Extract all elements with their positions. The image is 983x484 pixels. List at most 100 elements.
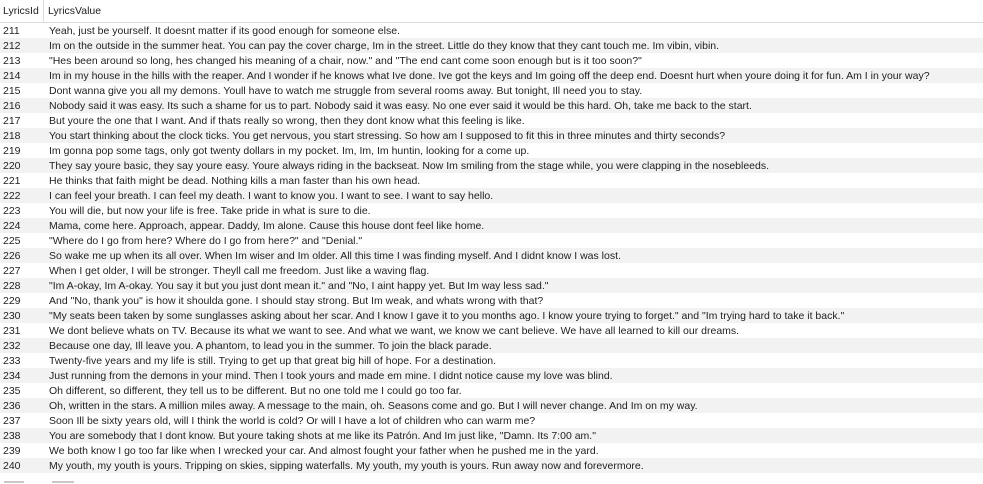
- cell-lyricsid[interactable]: 234: [0, 370, 44, 382]
- cell-lyricsvalue[interactable]: You will die, but now your life is free.…: [44, 205, 983, 217]
- cell-lyricsvalue[interactable]: "Im A-okay, Im A-okay. You say it but yo…: [44, 280, 983, 292]
- cell-lyricsid[interactable]: 229: [0, 295, 44, 307]
- cell-lyricsid[interactable]: 218: [0, 130, 44, 142]
- table-row[interactable]: 236 Oh, written in the stars. A million m…: [0, 398, 983, 413]
- table-row[interactable]: 216 Nobody said it was easy. Its such a s…: [0, 98, 983, 113]
- table-row[interactable]: 225 "Where do I go from here? Where do I …: [0, 233, 983, 248]
- cell-lyricsid[interactable]: 220: [0, 160, 44, 172]
- cell-lyricsvalue[interactable]: But youre the one that I want. And if th…: [44, 115, 983, 127]
- table-row[interactable]: 237 Soon Ill be sixty years old, will I t…: [0, 413, 983, 428]
- table-row[interactable]: 211 Yeah, just be yourself. It doesnt mat…: [0, 23, 983, 38]
- cell-lyricsid[interactable]: 240: [0, 460, 44, 472]
- table-row[interactable]: 229 And "No, thank you" is how it shoulda…: [0, 293, 983, 308]
- cell-lyricsvalue[interactable]: You are somebody that I dont know. But y…: [44, 430, 983, 442]
- table-body: 211 Yeah, just be yourself. It doesnt mat…: [0, 23, 983, 473]
- cell-lyricsvalue[interactable]: Just running from the demons in your min…: [44, 370, 983, 382]
- table-row[interactable]: 222 I can feel your breath. I can feel my…: [0, 188, 983, 203]
- table-row[interactable]: 213 "Hes been around so long, hes changed…: [0, 53, 983, 68]
- table-row[interactable]: 234 Just running from the demons in your …: [0, 368, 983, 383]
- cell-lyricsvalue[interactable]: Im on the outside in the summer heat. Yo…: [44, 40, 983, 52]
- cell-lyricsvalue[interactable]: Mama, come here. Approach, appear. Daddy…: [44, 220, 983, 232]
- cell-lyricsid[interactable]: 228: [0, 280, 44, 292]
- cell-lyricsvalue[interactable]: When I get older, I will be stronger. Th…: [44, 265, 983, 277]
- table-row[interactable]: 215 Dont wanna give you all my demons. Yo…: [0, 83, 983, 98]
- cell-lyricsid[interactable]: 235: [0, 385, 44, 397]
- results-grid: LyricsId LyricsValue 211 Yeah, just be yo…: [0, 0, 983, 484]
- table-row[interactable]: 223 You will die, but now your life is fr…: [0, 203, 983, 218]
- table-row[interactable]: 239 We both know I go too far like when I…: [0, 443, 983, 458]
- cell-lyricsvalue[interactable]: "Hes been around so long, hes changed hi…: [44, 55, 983, 67]
- table-row[interactable]: 231 We dont believe whats on TV. Because …: [0, 323, 983, 338]
- table-row[interactable]: 232 Because one day, Ill leave you. A pha…: [0, 338, 983, 353]
- scrollbar-thumb[interactable]: [52, 481, 74, 483]
- cell-lyricsid[interactable]: 225: [0, 235, 44, 247]
- cell-lyricsid[interactable]: 217: [0, 115, 44, 127]
- table-row[interactable]: 235 Oh different, so different, they tell…: [0, 383, 983, 398]
- cell-lyricsid[interactable]: 219: [0, 145, 44, 157]
- cell-lyricsid[interactable]: 231: [0, 325, 44, 337]
- cell-lyricsid[interactable]: 232: [0, 340, 44, 352]
- table-row[interactable]: 227 When I get older, I will be stronger.…: [0, 263, 983, 278]
- cell-lyricsid[interactable]: 233: [0, 355, 44, 367]
- cell-lyricsvalue[interactable]: Soon Ill be sixty years old, will I thin…: [44, 415, 983, 427]
- cell-lyricsid[interactable]: 237: [0, 415, 44, 427]
- cell-lyricsvalue[interactable]: And "No, thank you" is how it shoulda go…: [44, 295, 983, 307]
- cell-lyricsvalue[interactable]: So wake me up when its all over. When Im…: [44, 250, 983, 262]
- cell-lyricsid[interactable]: 223: [0, 205, 44, 217]
- table-row[interactable]: 217 But youre the one that I want. And if…: [0, 113, 983, 128]
- cell-lyricsvalue[interactable]: I can feel your breath. I can feel my de…: [44, 190, 983, 202]
- scrollbar-thumb[interactable]: [4, 481, 24, 483]
- cell-lyricsvalue[interactable]: My youth, my youth is yours. Tripping on…: [44, 460, 983, 472]
- table-row[interactable]: 226 So wake me up when its all over. When…: [0, 248, 983, 263]
- cell-lyricsvalue[interactable]: Im gonna pop some tags, only got twenty …: [44, 145, 983, 157]
- cell-lyricsvalue[interactable]: We dont believe whats on TV. Because its…: [44, 325, 983, 337]
- table-row[interactable]: 238 You are somebody that I dont know. Bu…: [0, 428, 983, 443]
- horizontal-scrollbar[interactable]: [0, 480, 983, 484]
- cell-lyricsid[interactable]: 216: [0, 100, 44, 112]
- table-row[interactable]: 221 He thinks that faith might be dead. N…: [0, 173, 983, 188]
- cell-lyricsvalue[interactable]: You start thinking about the clock ticks…: [44, 130, 983, 142]
- column-header-label: LyricsValue: [48, 5, 102, 17]
- cell-lyricsvalue[interactable]: "My seats been taken by some sunglasses …: [44, 310, 983, 322]
- cell-lyricsid[interactable]: 236: [0, 400, 44, 412]
- cell-lyricsid[interactable]: 222: [0, 190, 44, 202]
- table-row[interactable]: 233 Twenty-five years and my life is stil…: [0, 353, 983, 368]
- table-header: LyricsId LyricsValue: [0, 0, 983, 23]
- table-row[interactable]: 230 "My seats been taken by some sunglass…: [0, 308, 983, 323]
- cell-lyricsid[interactable]: 214: [0, 70, 44, 82]
- cell-lyricsid[interactable]: 226: [0, 250, 44, 262]
- cell-lyricsvalue[interactable]: Dont wanna give you all my demons. Youll…: [44, 85, 983, 97]
- cell-lyricsid[interactable]: 215: [0, 85, 44, 97]
- cell-lyricsvalue[interactable]: Im in my house in the hills with the rea…: [44, 70, 983, 82]
- table-row[interactable]: 212 Im on the outside in the summer heat.…: [0, 38, 983, 53]
- cell-lyricsvalue[interactable]: Oh different, so different, they tell us…: [44, 385, 983, 397]
- cell-lyricsid[interactable]: 227: [0, 265, 44, 277]
- table-row[interactable]: 219 Im gonna pop some tags, only got twen…: [0, 143, 983, 158]
- cell-lyricsid[interactable]: 213: [0, 55, 44, 67]
- cell-lyricsid[interactable]: 221: [0, 175, 44, 187]
- cell-lyricsid[interactable]: 212: [0, 40, 44, 52]
- cell-lyricsvalue[interactable]: "Where do I go from here? Where do I go …: [44, 235, 983, 247]
- table-row[interactable]: 214 Im in my house in the hills with the …: [0, 68, 983, 83]
- cell-lyricsid[interactable]: 211: [0, 25, 44, 37]
- cell-lyricsvalue[interactable]: Yeah, just be yourself. It doesnt matter…: [44, 25, 983, 37]
- column-header-lyricsvalue[interactable]: LyricsValue: [44, 0, 983, 22]
- cell-lyricsvalue[interactable]: Twenty-five years and my life is still. …: [44, 355, 983, 367]
- table-row[interactable]: 218 You start thinking about the clock ti…: [0, 128, 983, 143]
- cell-lyricsvalue[interactable]: Nobody said it was easy. Its such a sham…: [44, 100, 983, 112]
- table-row[interactable]: 228 "Im A-okay, Im A-okay. You say it but…: [0, 278, 983, 293]
- table-row[interactable]: 220 They say youre basic, they say youre …: [0, 158, 983, 173]
- cell-lyricsid[interactable]: 239: [0, 445, 44, 457]
- cell-lyricsid[interactable]: 238: [0, 430, 44, 442]
- cell-lyricsvalue[interactable]: They say youre basic, they say youre eas…: [44, 160, 983, 172]
- table-row[interactable]: 240 My youth, my youth is yours. Tripping…: [0, 458, 983, 473]
- cell-lyricsvalue[interactable]: Oh, written in the stars. A million mile…: [44, 400, 983, 412]
- cell-lyricsid[interactable]: 224: [0, 220, 44, 232]
- cell-lyricsvalue[interactable]: We both know I go too far like when I wr…: [44, 445, 983, 457]
- column-header-label: LyricsId: [3, 5, 39, 17]
- column-header-lyricsid[interactable]: LyricsId: [0, 0, 44, 22]
- cell-lyricsvalue[interactable]: Because one day, Ill leave you. A phanto…: [44, 340, 983, 352]
- cell-lyricsvalue[interactable]: He thinks that faith might be dead. Noth…: [44, 175, 983, 187]
- cell-lyricsid[interactable]: 230: [0, 310, 44, 322]
- table-row[interactable]: 224 Mama, come here. Approach, appear. Da…: [0, 218, 983, 233]
